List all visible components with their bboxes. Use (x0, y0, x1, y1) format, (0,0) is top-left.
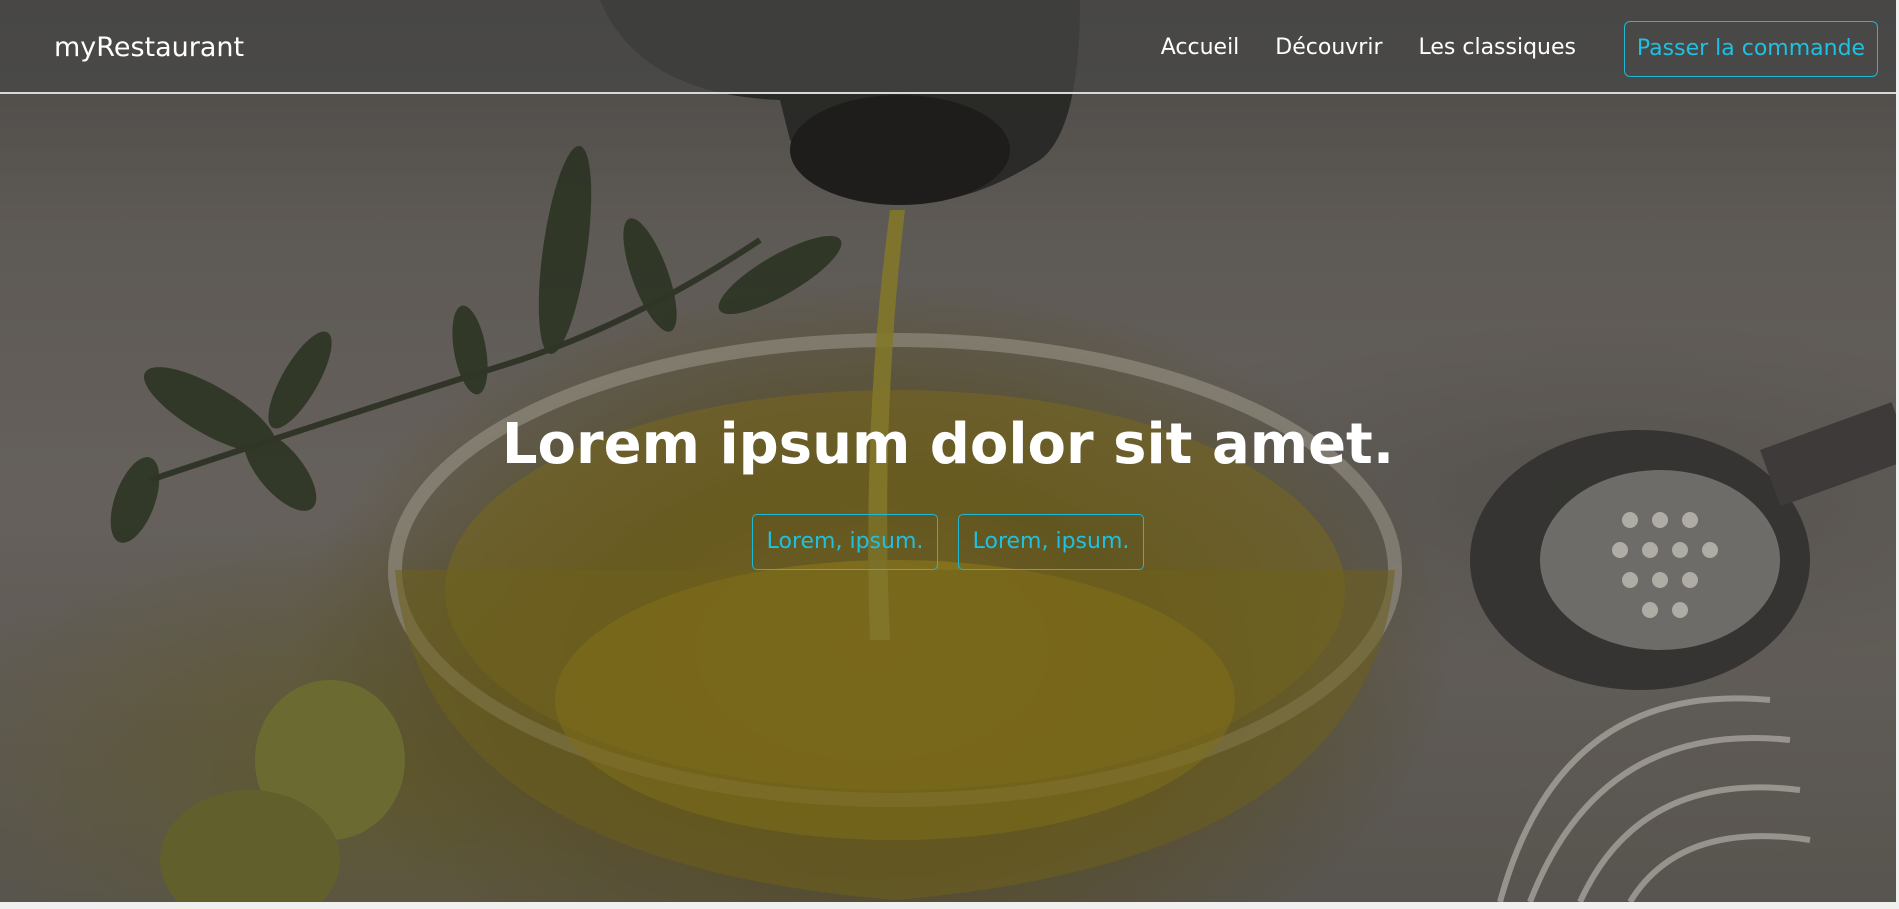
nav-links: Accueil Découvrir Les classiques (1161, 30, 1576, 66)
navbar: myRestaurant Accueil Découvrir Les class… (0, 0, 1896, 94)
nav-link-les-classiques[interactable]: Les classiques (1419, 30, 1577, 66)
nav-link-accueil[interactable]: Accueil (1161, 30, 1240, 66)
hero-cta-row: Lorem, ipsum. Lorem, ipsum. (0, 514, 1896, 570)
nav-link-decouvrir[interactable]: Découvrir (1275, 30, 1382, 66)
order-button[interactable]: Passer la commande (1624, 21, 1878, 77)
hero-cta-button-1[interactable]: Lorem, ipsum. (752, 514, 938, 570)
hero-section: myRestaurant Accueil Découvrir Les class… (0, 0, 1896, 902)
hero-cta-button-2[interactable]: Lorem, ipsum. (958, 514, 1144, 570)
hero-title: Lorem ipsum dolor sit amet. (501, 412, 1395, 477)
brand-logo[interactable]: myRestaurant (54, 30, 244, 66)
